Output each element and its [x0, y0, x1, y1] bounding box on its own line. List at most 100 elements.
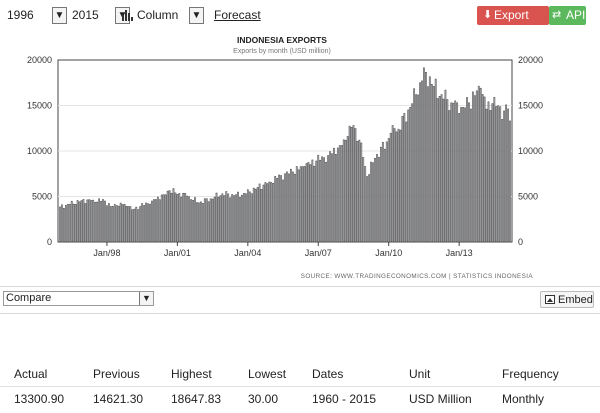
bar[interactable]: [205, 198, 208, 243]
bar[interactable]: [201, 203, 204, 243]
export-data-button[interactable]: ⬇ Export Data: [477, 6, 549, 41]
bar[interactable]: [141, 203, 144, 243]
bar[interactable]: [94, 201, 97, 243]
bar[interactable]: [374, 157, 376, 243]
bar[interactable]: [280, 175, 282, 243]
bar[interactable]: [323, 157, 326, 243]
bar[interactable]: [172, 188, 175, 243]
bar[interactable]: [372, 162, 374, 243]
bar[interactable]: [182, 192, 185, 243]
bar[interactable]: [348, 125, 351, 243]
bar[interactable]: [370, 161, 372, 243]
bar[interactable]: [309, 164, 312, 243]
bar[interactable]: [264, 182, 267, 243]
bar[interactable]: [423, 67, 425, 243]
bar[interactable]: [346, 136, 349, 243]
bar[interactable]: [471, 91, 474, 243]
bar[interactable]: [66, 204, 69, 243]
bar[interactable]: [428, 76, 431, 243]
bar[interactable]: [327, 155, 329, 243]
bar[interactable]: [460, 107, 462, 243]
bar[interactable]: [229, 197, 232, 243]
chevron-down-icon[interactable]: ▼: [189, 7, 204, 24]
bar[interactable]: [63, 207, 65, 243]
bar[interactable]: [225, 191, 228, 243]
bar[interactable]: [188, 196, 190, 243]
bar[interactable]: [211, 198, 214, 243]
bar[interactable]: [170, 192, 173, 243]
start-year-select[interactable]: 1996 ▼: [7, 7, 67, 24]
compare-select[interactable]: Compare ▼: [3, 291, 154, 306]
bar[interactable]: [436, 98, 439, 243]
bar[interactable]: [454, 100, 457, 243]
bar[interactable]: [68, 203, 71, 243]
bar[interactable]: [297, 169, 300, 243]
bar[interactable]: [117, 205, 120, 243]
bar[interactable]: [362, 157, 365, 243]
bar[interactable]: [286, 171, 288, 243]
bar[interactable]: [252, 187, 255, 243]
bar[interactable]: [272, 183, 275, 243]
bar[interactable]: [96, 201, 99, 243]
bar[interactable]: [123, 203, 126, 243]
bar[interactable]: [137, 209, 140, 243]
bar[interactable]: [233, 195, 235, 243]
bar[interactable]: [153, 199, 155, 243]
bar[interactable]: [288, 173, 290, 243]
bar[interactable]: [415, 94, 417, 243]
bar[interactable]: [147, 203, 149, 243]
bar[interactable]: [256, 187, 259, 243]
bar[interactable]: [475, 90, 478, 243]
bar[interactable]: [109, 206, 112, 243]
bar[interactable]: [333, 147, 335, 243]
bar[interactable]: [102, 199, 104, 243]
bar[interactable]: [473, 95, 476, 243]
bar[interactable]: [495, 106, 498, 243]
bar[interactable]: [125, 205, 128, 243]
bar[interactable]: [115, 205, 118, 243]
bar[interactable]: [307, 162, 310, 243]
bar[interactable]: [59, 206, 61, 243]
bar[interactable]: [505, 104, 507, 243]
bar[interactable]: [108, 203, 110, 243]
bar[interactable]: [419, 82, 421, 243]
bar[interactable]: [92, 199, 95, 243]
bar[interactable]: [354, 128, 357, 243]
bar[interactable]: [278, 174, 280, 243]
bar[interactable]: [317, 154, 320, 243]
bar[interactable]: [168, 190, 171, 243]
bar[interactable]: [421, 80, 423, 243]
bar[interactable]: [485, 108, 488, 243]
bar[interactable]: [98, 198, 100, 243]
bar[interactable]: [358, 139, 361, 243]
bar[interactable]: [344, 139, 347, 243]
forecast-link[interactable]: Forecast: [214, 8, 261, 22]
bar[interactable]: [80, 200, 83, 243]
bar[interactable]: [319, 159, 322, 243]
bar[interactable]: [266, 183, 269, 243]
bar[interactable]: [331, 153, 333, 243]
bar[interactable]: [82, 199, 85, 243]
bar[interactable]: [227, 193, 230, 243]
chevron-down-icon[interactable]: ▼: [52, 7, 67, 24]
bar[interactable]: [321, 156, 324, 243]
bar[interactable]: [477, 85, 480, 243]
bar[interactable]: [313, 165, 316, 243]
bar[interactable]: [417, 94, 419, 243]
bar[interactable]: [100, 200, 102, 243]
bar[interactable]: [84, 203, 87, 243]
bar[interactable]: [450, 102, 453, 243]
bar[interactable]: [483, 96, 486, 243]
bar[interactable]: [335, 153, 337, 243]
bar[interactable]: [166, 190, 169, 243]
bar[interactable]: [289, 168, 292, 243]
bar[interactable]: [245, 193, 247, 243]
bar[interactable]: [413, 88, 416, 243]
bar[interactable]: [301, 166, 304, 243]
bar[interactable]: [470, 108, 472, 243]
bar[interactable]: [368, 174, 371, 243]
bar[interactable]: [268, 181, 271, 243]
bar[interactable]: [356, 140, 359, 243]
bar[interactable]: [399, 129, 402, 243]
bar[interactable]: [129, 206, 132, 243]
